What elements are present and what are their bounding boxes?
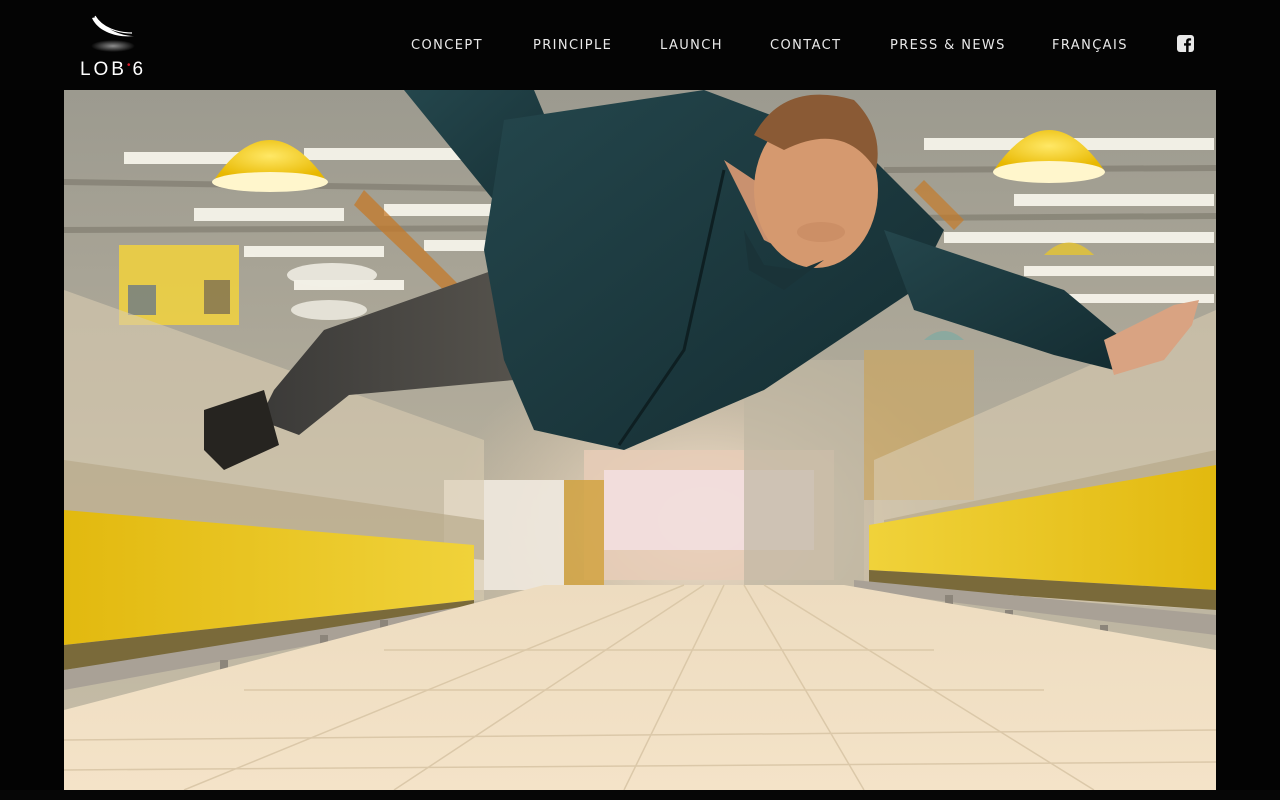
logo-wordmark: LOB•6 xyxy=(79,59,147,80)
page: LOB•6 CONCEPT PRINCIPLE LAUNCH CONTACT P… xyxy=(0,0,1280,800)
hero-image xyxy=(64,90,1216,790)
nav-item-concept[interactable]: CONCEPT xyxy=(411,34,483,58)
site-header: LOB•6 CONCEPT PRINCIPLE LAUNCH CONTACT P… xyxy=(0,0,1280,90)
page-bottom-strip xyxy=(0,790,1280,800)
facebook-icon[interactable] xyxy=(1177,35,1194,52)
nav-item-press-news[interactable]: PRESS & NEWS xyxy=(890,34,1006,58)
nav-item-language-french[interactable]: FRANÇAIS xyxy=(1052,34,1128,58)
nav-item-contact[interactable]: CONTACT xyxy=(770,34,841,58)
main-nav: CONCEPT PRINCIPLE LAUNCH CONTACT PRESS &… xyxy=(0,34,1280,58)
nav-item-launch[interactable]: LAUNCH xyxy=(660,34,723,58)
hero-photo xyxy=(64,90,1216,790)
nav-item-principle[interactable]: PRINCIPLE xyxy=(533,34,612,58)
